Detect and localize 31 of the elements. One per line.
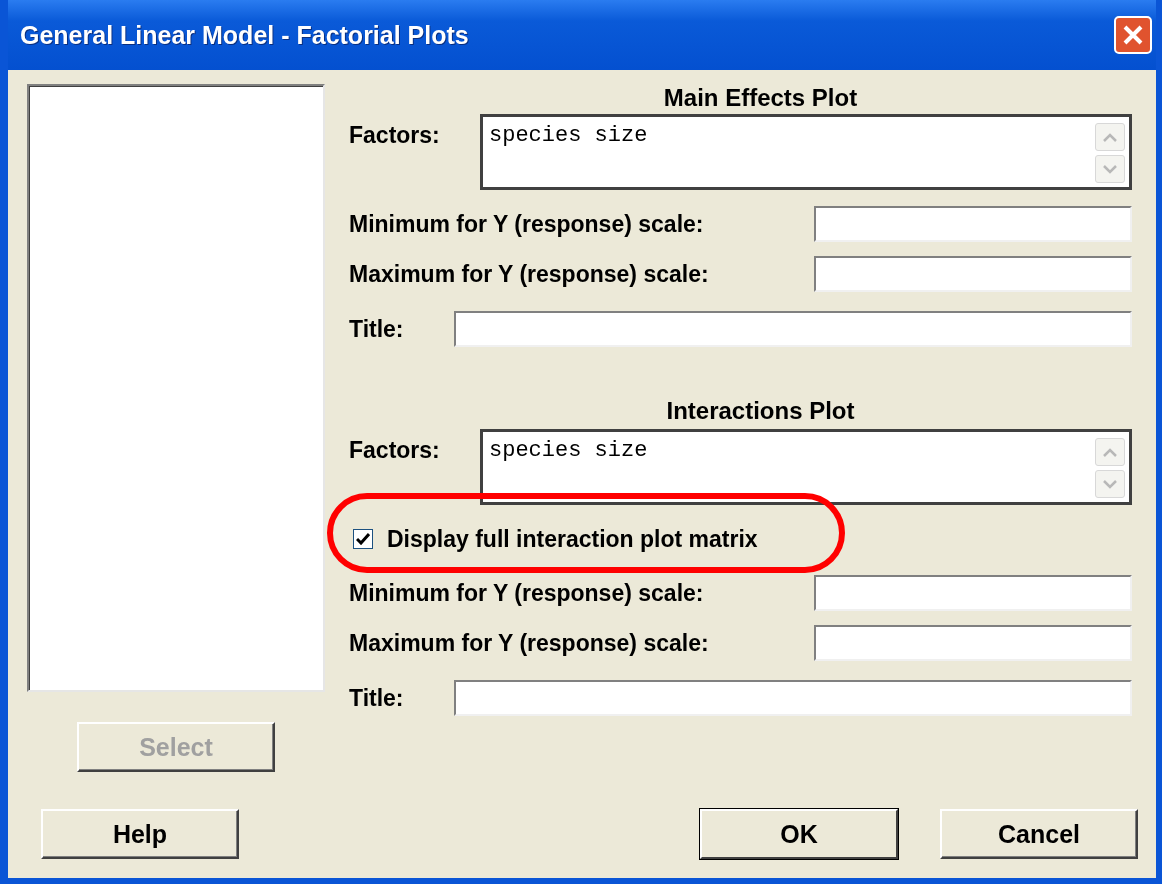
cancel-button[interactable]: Cancel xyxy=(940,809,1138,859)
check-icon xyxy=(356,533,370,545)
field-label: Title: xyxy=(349,315,404,343)
close-icon xyxy=(1122,24,1144,46)
factors-value: species size xyxy=(489,438,648,465)
factors-label: Factors: xyxy=(349,122,440,149)
scroll-down-icon xyxy=(1103,164,1117,174)
scroll-down-icon xyxy=(1103,479,1117,489)
scale-field[interactable] xyxy=(814,206,1132,242)
title-field[interactable] xyxy=(454,311,1132,347)
section-heading: Main Effects Plot xyxy=(662,84,859,112)
field-label: Minimum for Y (response) scale: xyxy=(349,579,704,607)
title-field[interactable] xyxy=(454,680,1132,716)
field-label: Maximum for Y (response) scale: xyxy=(349,629,709,657)
scale-field[interactable] xyxy=(814,575,1132,611)
field-label: Maximum for Y (response) scale: xyxy=(349,260,709,288)
scale-field[interactable] xyxy=(814,256,1132,292)
scroll-up-icon xyxy=(1103,132,1117,142)
section-heading: Interactions Plot xyxy=(665,397,856,425)
factors-value: species size xyxy=(489,123,648,150)
scroll-up-icon xyxy=(1103,447,1117,457)
ok-button[interactable]: OK xyxy=(700,809,898,859)
field-label: Minimum for Y (response) scale: xyxy=(349,210,704,238)
field-label: Title: xyxy=(349,684,404,712)
help-button[interactable]: Help xyxy=(41,809,239,859)
checkbox[interactable] xyxy=(353,529,373,549)
close-button[interactable] xyxy=(1114,16,1152,54)
checkbox-label: Display full interaction plot matrix xyxy=(387,525,758,553)
window-title: General Linear Model - Factorial Plots xyxy=(20,20,469,50)
factors-label: Factors: xyxy=(349,437,440,464)
scale-field[interactable] xyxy=(814,625,1132,661)
